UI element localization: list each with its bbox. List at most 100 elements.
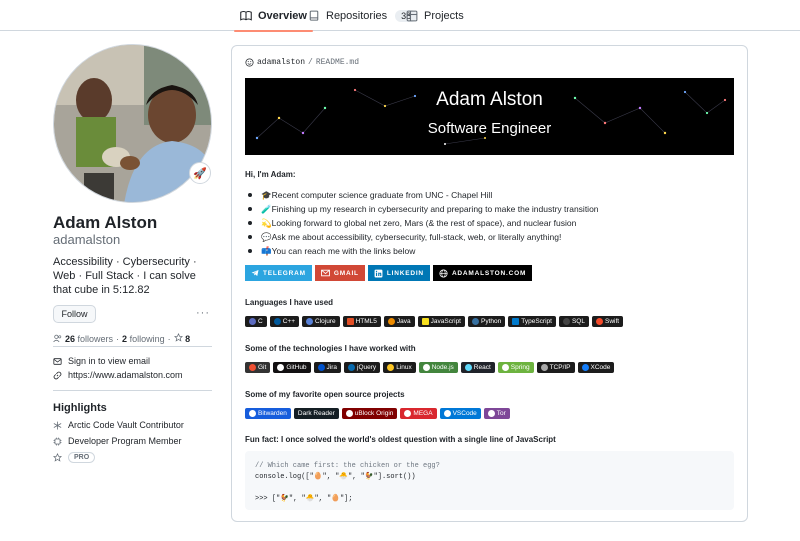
profile-full-name: Adam Alston [53,213,158,232]
following-count: 2 [122,333,128,344]
badge-label: Tor [496,410,506,417]
badge-swift[interactable]: Swift [591,316,624,327]
stars-link[interactable]: 8 [173,333,190,344]
badge-react[interactable]: React [460,362,495,373]
readme-owner-link[interactable]: adamalston [257,58,305,67]
html5-icon [346,318,354,325]
badge-label: Dark Reader [297,410,335,417]
badge-cpp[interactable]: C++ [269,316,299,327]
languages-heading: Languages I have used [245,298,334,307]
badge-label: Git [258,364,267,371]
badge-jquery[interactable]: jQuery [344,362,381,373]
tab-overview-label: Overview [258,9,307,22]
following-label: following [129,333,165,344]
followers-link[interactable]: 26 followers [65,334,113,344]
badge-label: Swift [604,318,620,325]
tor-icon [487,410,495,417]
vscode-icon [443,410,451,417]
clojure-icon [306,318,313,325]
people-icon [53,334,62,343]
avatar[interactable] [53,44,212,203]
badge-vscode[interactable]: VSCode [439,408,481,419]
contact-badges: TELEGRAM GMAIL LINKEDIN ADAMALSTON.COM [245,265,533,281]
bitwarden-icon [249,410,256,417]
badge-sql[interactable]: SQL [558,316,589,327]
badge-clojure[interactable]: Clojure [302,316,340,327]
mega-icon [404,410,412,417]
badge-tor[interactable]: Tor [483,408,510,419]
badge-github[interactable]: GitHub [273,362,311,373]
linkedin-badge[interactable]: LINKEDIN [367,265,430,281]
tab-repositories[interactable]: Repositories 38 [308,0,418,31]
telegram-badge[interactable]: TELEGRAM [245,265,312,281]
banner-title: Adam Alston [436,89,543,110]
badge-label: C++ [282,318,295,325]
highlight-arctic-vault[interactable]: Arctic Code Vault Contributor [53,420,184,430]
highlights-title: Highlights [53,402,107,414]
badge-ublock-origin[interactable]: uBlock Origin [341,408,398,419]
bullet-text: Ask me about accessibility, cybersecurit… [271,232,562,242]
bullet-emoji: 💫 [261,218,272,228]
jquery-icon [348,364,356,371]
badge-java[interactable]: Java [383,316,415,327]
badge-label: Linux [396,364,412,371]
network-icon [540,364,548,371]
gmail-badge[interactable]: GMAIL [314,265,365,281]
badge-jira[interactable]: Jira [313,362,342,373]
badge-c[interactable]: C [245,316,267,327]
code-block[interactable]: // Which came first: the chicken or the … [245,451,734,510]
badge-linux[interactable]: Linux [383,362,416,373]
list-item: 🎓Recent computer science graduate from U… [245,188,725,202]
website-badge[interactable]: ADAMALSTON.COM [432,265,533,281]
badge-label: React [473,364,491,371]
list-item: 💫Looking forward to global net zero, Mar… [245,216,725,230]
badge-dark-reader[interactable]: Dark Reader [293,408,339,419]
badge-label: Spring [510,364,530,371]
following-link[interactable]: 2 following [122,334,165,344]
sidebar-divider [53,346,212,347]
bullet-emoji: 📫 [261,246,272,256]
badge-bitwarden[interactable]: Bitwarden [245,408,291,419]
star-icon [173,333,183,342]
badge-typescript[interactable]: TypeScript [508,316,556,327]
sidebar-divider [53,390,212,391]
followers-label: followers [77,333,114,344]
badge-nodejs[interactable]: Node.js [418,362,458,373]
highlight-developer-program[interactable]: Developer Program Member [53,436,182,446]
link-icon [53,371,62,379]
badge-html5[interactable]: HTML5 [342,316,381,327]
tab-overview[interactable]: Overview [234,0,313,32]
highlight-label: Developer Program Member [68,436,182,446]
website-link[interactable]: https://www.adamalston.com [68,370,183,380]
readme-path: adamalston / README.md [245,58,359,67]
badge-tcpip[interactable]: TCP/IP [536,362,575,373]
book-icon [240,10,252,21]
badge-javascript[interactable]: JavaScript [417,316,465,327]
avatar-photo [54,45,211,202]
badge-label: GitHub [286,364,307,371]
follow-button[interactable]: Follow [53,305,96,323]
email-item[interactable]: Sign in to view email [53,356,150,366]
xcode-icon [581,364,589,371]
website-item[interactable]: https://www.adamalston.com [53,370,183,380]
tab-projects[interactable]: Projects [406,0,464,31]
badge-xcode[interactable]: XCode [577,362,615,373]
readme-banner: Adam Alston Software Engineer [245,78,734,155]
highlight-label: Arctic Code Vault Contributor [68,420,184,430]
profile-bio: Accessibility · Cybersecurity · Web · Fu… [53,256,197,296]
highlight-pro: PRO [53,452,96,463]
status-emoji[interactable]: 🚀 [189,162,211,184]
technology-badges: Git GitHub Jira jQuery Linux Node.js Rea… [245,362,615,373]
badge-git[interactable]: Git [245,362,271,373]
bullet-emoji: 🧪 [261,204,272,214]
badge-spring[interactable]: Spring [497,362,534,373]
mail-icon [53,357,62,365]
badge-python[interactable]: Python [468,316,506,327]
nodejs-icon [422,364,430,371]
sign-in-email-link[interactable]: Sign in to view email [68,356,150,366]
readme-file-link[interactable]: README.md [316,58,359,67]
badge-label: TypeScript [521,318,552,325]
badge-mega[interactable]: MEGA [400,408,437,419]
more-options-button[interactable]: ··· [196,307,210,319]
